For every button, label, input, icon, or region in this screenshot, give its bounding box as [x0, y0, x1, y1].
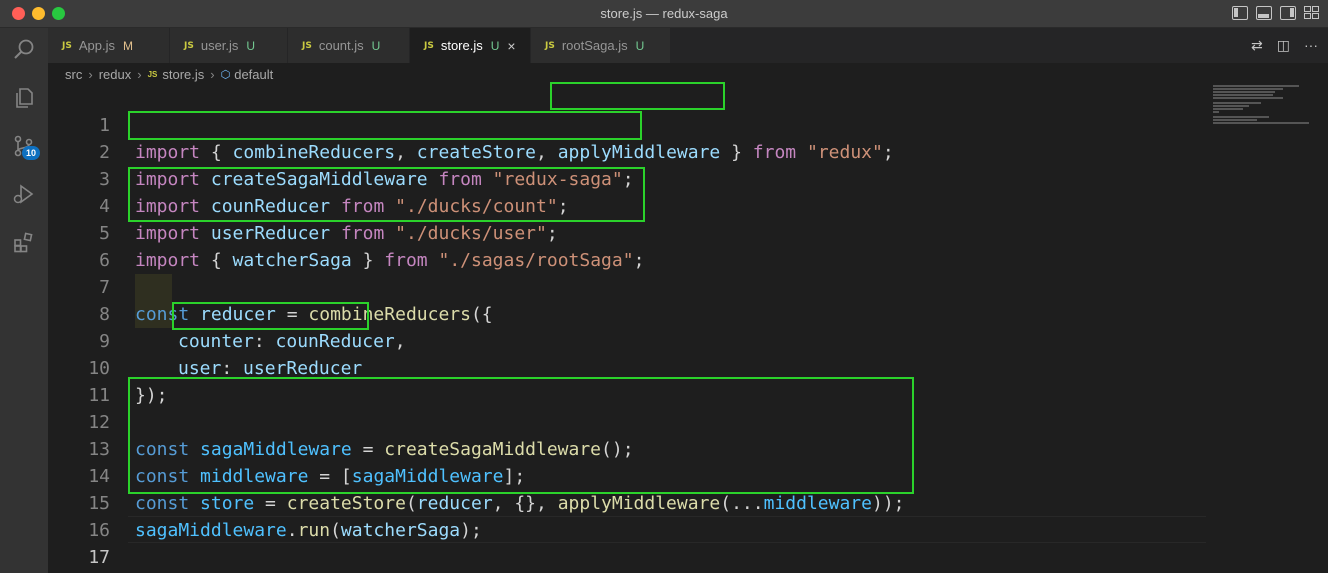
- javascript-file-icon: JS: [147, 69, 158, 79]
- toggle-secondary-sidebar-icon[interactable]: [1280, 6, 1296, 20]
- code-line: 7 const reducer = combineReducers({: [48, 247, 1208, 325]
- tab-count-js[interactable]: JS count.js U: [288, 28, 410, 63]
- tab-user-js[interactable]: JS user.js U: [170, 28, 288, 63]
- code-editor[interactable]: 1 import { combineReducers, createStore,…: [48, 82, 1328, 573]
- window-title: store.js — redux-saga: [600, 6, 728, 21]
- customize-layout-icon[interactable]: [1304, 6, 1320, 20]
- close-tab-icon[interactable]: ×: [507, 38, 515, 54]
- breadcrumb-item[interactable]: src: [65, 67, 82, 82]
- split-editor-icon[interactable]: ◫: [1277, 37, 1290, 54]
- tab-status: U: [490, 38, 500, 53]
- breadcrumb-item[interactable]: redux: [99, 67, 132, 82]
- breadcrumb-item[interactable]: default: [234, 67, 273, 82]
- editor-actions: ⇄ ◫ ···: [1251, 37, 1318, 54]
- highlight-box: [550, 82, 725, 110]
- highlight-box: [128, 111, 642, 140]
- tab-label: store.js: [440, 38, 483, 53]
- code-line: 8 counter: counReducer,: [48, 274, 1208, 352]
- tab-label: user.js: [200, 38, 239, 53]
- tab-label: rootSaga.js: [561, 38, 628, 53]
- code-line: 6: [48, 220, 1208, 271]
- source-control-badge: 10: [22, 146, 41, 160]
- breadcrumb-item[interactable]: store.js: [162, 67, 204, 82]
- vertical-scrollbar[interactable]: [1316, 85, 1328, 573]
- more-actions-icon[interactable]: ···: [1304, 37, 1318, 54]
- javascript-file-icon: JS: [545, 40, 555, 51]
- tab-status: U: [635, 38, 645, 53]
- highlight-box: [128, 167, 645, 222]
- tab-status: U: [371, 38, 381, 53]
- toggle-primary-sidebar-icon[interactable]: [1232, 6, 1248, 20]
- tab-store-js[interactable]: JS store.js U ×: [410, 28, 531, 63]
- tab-status: M: [122, 38, 133, 53]
- javascript-file-icon: JS: [184, 40, 194, 51]
- javascript-file-icon: JS: [302, 40, 312, 51]
- explorer-icon[interactable]: [12, 86, 36, 110]
- toggle-panel-icon[interactable]: [1256, 6, 1272, 20]
- chevron-right-icon: ›: [88, 66, 93, 82]
- chevron-right-icon: ›: [210, 66, 215, 82]
- tab-label: count.js: [318, 38, 364, 53]
- extensions-icon[interactable]: [12, 230, 36, 254]
- tab-status: U: [246, 38, 256, 53]
- code-line: 16: [48, 490, 1208, 541]
- tab-app-js[interactable]: JS App.js M: [48, 28, 170, 63]
- search-icon[interactable]: [12, 38, 36, 62]
- tab-bar: JS App.js M JS user.js U JS count.js U J…: [48, 28, 1328, 63]
- code-line: 17 export default store;: [48, 517, 1208, 568]
- code-line: 3 import counReducer from "./ducks/count…: [48, 139, 1208, 217]
- highlight-box: [128, 377, 914, 494]
- javascript-file-icon: JS: [62, 40, 72, 51]
- highlight-box: [172, 302, 369, 330]
- tab-label: App.js: [78, 38, 115, 53]
- javascript-file-icon: JS: [424, 40, 434, 51]
- open-changes-icon[interactable]: ⇄: [1251, 37, 1263, 54]
- code-line: 10 });: [48, 328, 1208, 406]
- chevron-right-icon: ›: [137, 66, 142, 82]
- run-debug-icon[interactable]: [12, 182, 36, 206]
- activity-bar: 10: [0, 28, 48, 573]
- minimap[interactable]: [1213, 85, 1313, 125]
- symbol-cube-icon: ⬡: [220, 68, 231, 81]
- tab-rootsaga-js[interactable]: JS rootSaga.js U: [531, 28, 671, 63]
- layout-controls: [1232, 6, 1320, 20]
- line-number: 17: [88, 547, 110, 568]
- title-bar: store.js — redux-saga: [0, 0, 1328, 28]
